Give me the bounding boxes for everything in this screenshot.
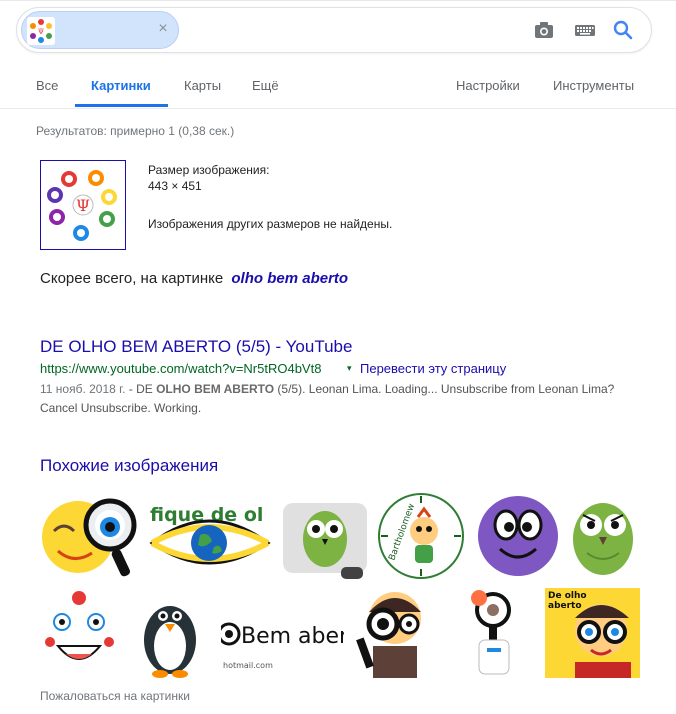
snippet-bold: OLHO BEM ABERTO <box>156 382 275 396</box>
search-box[interactable]: Ψ × <box>16 7 652 53</box>
snippet-dash: - DE <box>125 382 157 396</box>
svg-text:Ψ: Ψ <box>76 196 90 215</box>
active-tab-indicator <box>75 104 168 107</box>
best-guess: Скорее всего, на картинке olho bem abert… <box>40 270 348 287</box>
similar-image-thumbnail[interactable] <box>347 588 443 678</box>
result-url: https://www.youtube.com/watch?v=Nr5tRO4b… <box>40 361 322 376</box>
similar-image-thumbnail[interactable] <box>449 588 541 678</box>
similar-image-thumbnail[interactable] <box>472 491 564 581</box>
tabs-divider <box>0 108 676 109</box>
tab-tools[interactable]: Инструменты <box>553 72 634 108</box>
query-image-thumbnail[interactable]: Ψ <box>40 160 126 250</box>
similar-image-thumbnail[interactable] <box>279 491 371 581</box>
svg-text:Ψ: Ψ <box>38 28 44 36</box>
best-guess-query-link[interactable]: olho bem aberto <box>231 270 348 287</box>
hotmail-thumbnail-text: hotmail.com <box>223 661 273 670</box>
similar-image-thumbnail[interactable]: fique de ol <box>142 491 276 581</box>
results-stats: Результатов: примерно 1 (0,38 сек.) <box>36 124 235 138</box>
tab-settings[interactable]: Настройки <box>456 72 520 108</box>
tab-all[interactable]: Все <box>36 72 58 108</box>
similar-image-thumbnail[interactable] <box>567 491 640 581</box>
result-snippet: 11 нояб. 2018 г. - DE OLHO BEM ABERTO (5… <box>40 380 640 418</box>
best-guess-prefix: Скорее всего, на картинке <box>40 270 224 287</box>
tab-more[interactable]: Ещё <box>252 72 279 108</box>
similar-image-thumbnail[interactable]: Bem aber hotmail.com <box>221 588 344 678</box>
search-image-thumbnail: Ψ <box>27 17 55 45</box>
report-images-link[interactable]: Пожаловаться на картинки <box>40 689 190 703</box>
search-tabs: Все Картинки Карты Ещё Настройки Инструм… <box>0 72 676 108</box>
similar-images-title[interactable]: Похожие изображения <box>40 456 218 476</box>
tab-maps[interactable]: Карты <box>184 72 221 108</box>
no-other-sizes-text: Изображения других размеров не найдены. <box>148 217 393 231</box>
clear-image-icon[interactable]: × <box>154 20 172 38</box>
similar-image-thumbnail[interactable] <box>40 588 119 678</box>
similar-image-thumbnail[interactable] <box>40 491 140 581</box>
image-size-value: 443 × 451 <box>148 179 202 193</box>
camera-icon[interactable] <box>532 19 556 41</box>
search-icon[interactable] <box>611 19 635 41</box>
result-url-dropdown-icon[interactable]: ▾ <box>347 363 352 374</box>
similar-image-thumbnail[interactable] <box>122 588 218 678</box>
keyboard-icon[interactable] <box>573 19 597 41</box>
top-divider <box>0 0 676 1</box>
de-olho-thumbnail-text-2: aberto <box>548 601 582 611</box>
similar-image-thumbnail[interactable]: Bartholomew <box>374 491 468 581</box>
result-date: 11 нояб. 2018 г. <box>40 382 126 396</box>
image-size-label: Размер изображения: <box>148 163 270 177</box>
search-image-chip[interactable]: Ψ × <box>21 11 179 49</box>
similar-image-thumbnail[interactable]: De olho aberto <box>545 588 640 678</box>
tab-images[interactable]: Картинки <box>91 72 151 108</box>
translate-page-link[interactable]: Перевести эту страницу <box>360 361 506 376</box>
bem-aberto-thumbnail-text: Bem aber <box>241 624 344 649</box>
de-olho-thumbnail-text-1: De olho <box>548 591 587 601</box>
result-title-link[interactable]: DE OLHO BEM ABERTO (5/5) - YouTube <box>40 337 352 357</box>
